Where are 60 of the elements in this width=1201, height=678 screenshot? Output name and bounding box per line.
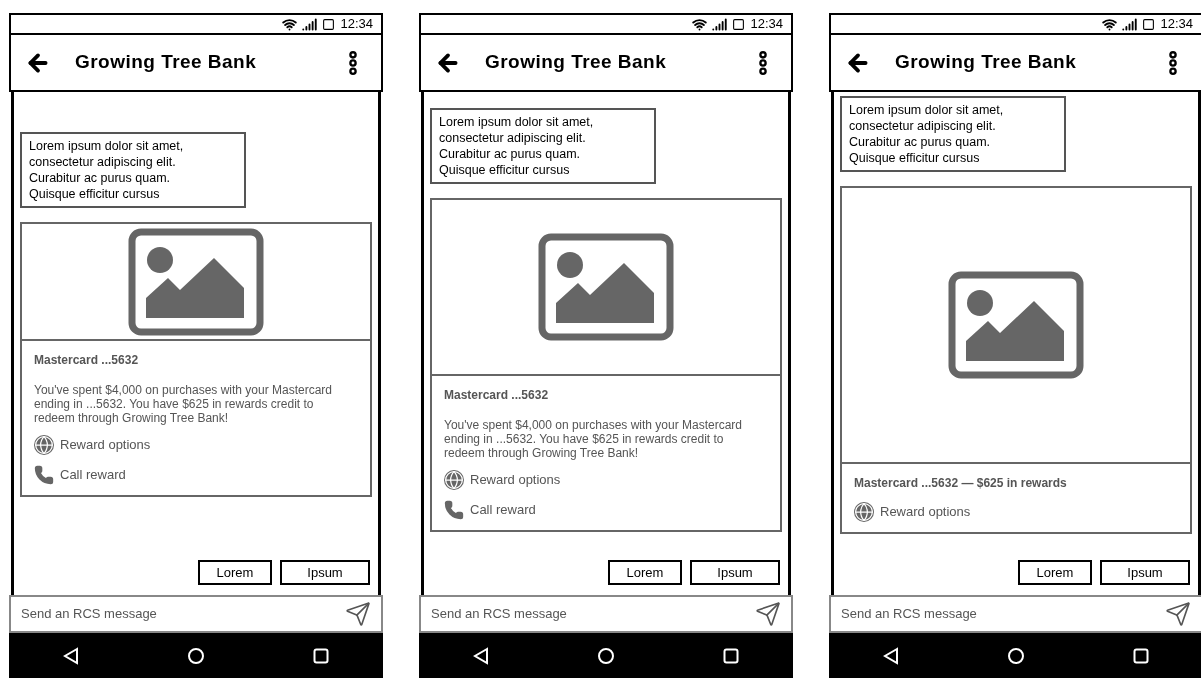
suggestion-chip[interactable]: Ipsum [690, 560, 780, 585]
message-bubble: Lorem ipsum dolor sit amet, consectetur adipiscing elit. Curabitur ac purus quam. Quisque efficitur cursus [430, 108, 656, 184]
suggestion-chip[interactable]: Lorem [1018, 560, 1092, 585]
signal-icon [302, 16, 318, 32]
globe-icon [854, 502, 874, 522]
card-description: You've spent $4,000 on purchases with your Mastercard ending in ...5632. You have $625 in rewards credit to redeem through Growing Tree Bank! [34, 383, 334, 425]
recents-square-icon[interactable] [313, 647, 329, 664]
phone-icon [34, 465, 54, 485]
home-circle-icon[interactable] [1007, 646, 1025, 665]
send-icon[interactable] [1165, 601, 1191, 627]
suggestion-chip[interactable]: Ipsum [1100, 560, 1190, 585]
battery-icon [732, 17, 746, 31]
signal-icon [712, 16, 728, 32]
image-placeholder-icon [948, 271, 1084, 379]
wifi-icon [1102, 16, 1118, 32]
status-time: 12:34 [340, 15, 373, 34]
message-input[interactable]: Send an RCS message [431, 604, 755, 624]
send-icon[interactable] [345, 601, 371, 627]
status-time: 12:34 [750, 15, 783, 34]
card-action-link[interactable]: Call reward [470, 500, 536, 520]
card-title: Mastercard ...5632 [34, 352, 140, 369]
send-icon[interactable] [755, 601, 781, 627]
suggestion-chip[interactable]: Lorem [198, 560, 272, 585]
wifi-icon [692, 16, 708, 32]
wifi-icon [282, 16, 298, 32]
recents-square-icon[interactable] [1133, 647, 1149, 664]
card-title: Mastercard ...5632 — $625 in rewards [854, 475, 1068, 492]
card-action-link[interactable]: Reward options [60, 435, 151, 455]
suggestion-chip[interactable]: Lorem [608, 560, 682, 585]
message-input[interactable]: Send an RCS message [841, 604, 1165, 624]
message-composer[interactable]: Send an RCS message [829, 595, 1201, 633]
battery-icon [1142, 17, 1156, 31]
card-title: Mastercard ...5632 [444, 387, 550, 404]
home-circle-icon[interactable] [597, 646, 615, 665]
suggestion-chip[interactable]: Ipsum [280, 560, 370, 585]
message-composer[interactable]: Send an RCS message [9, 595, 383, 633]
app-title: Growing Tree Bank [485, 50, 668, 75]
phone-icon [444, 500, 464, 520]
home-circle-icon[interactable] [187, 646, 205, 665]
status-time: 12:34 [1160, 15, 1193, 34]
card-description: You've spent $4,000 on purchases with your Mastercard ending in ...5632. You have $625 in rewards credit to redeem through Growing Tree Bank! [444, 418, 744, 460]
card-action-link[interactable]: Reward options [880, 502, 971, 522]
message-input[interactable]: Send an RCS message [21, 604, 345, 624]
globe-icon [34, 435, 54, 455]
recents-square-icon[interactable] [723, 647, 739, 664]
globe-icon [444, 470, 464, 490]
back-triangle-icon[interactable] [473, 646, 489, 665]
image-placeholder-icon [538, 233, 674, 341]
card-action-link[interactable]: Reward options [470, 470, 561, 490]
signal-icon [1122, 16, 1138, 32]
back-triangle-icon[interactable] [63, 646, 79, 665]
battery-icon [322, 17, 336, 31]
back-triangle-icon[interactable] [883, 646, 899, 665]
message-bubble: Lorem ipsum dolor sit amet, consectetur adipiscing elit. Curabitur ac purus quam. Quisque efficitur cursus [840, 96, 1066, 172]
card-action-link[interactable]: Call reward [60, 465, 126, 485]
message-composer[interactable]: Send an RCS message [419, 595, 793, 633]
app-title: Growing Tree Bank [895, 50, 1078, 75]
image-placeholder-icon [128, 227, 264, 336]
message-bubble: Lorem ipsum dolor sit amet, consectetur adipiscing elit. Curabitur ac purus quam. Quisque efficitur cursus [20, 132, 246, 208]
app-title: Growing Tree Bank [75, 50, 258, 75]
